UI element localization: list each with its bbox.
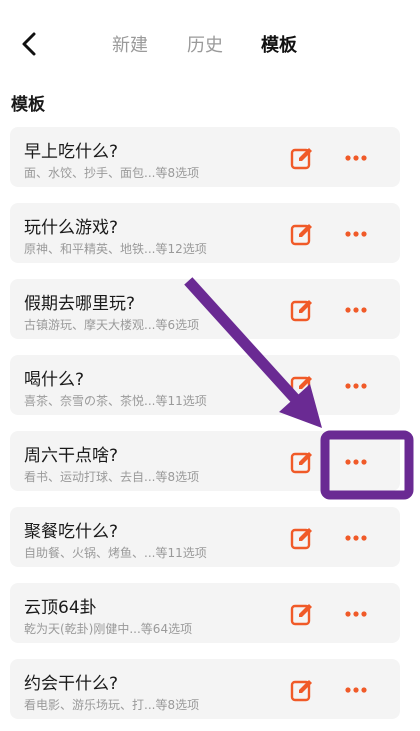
more-icon[interactable] <box>344 230 368 238</box>
template-card[interactable]: 早上吃什么? 面、水饺、抄手、面包...等8选项 <box>10 127 400 187</box>
template-card[interactable]: 聚餐吃什么? 自助餐、火锅、烤鱼、...等11选项 <box>10 507 400 567</box>
more-icon[interactable] <box>344 686 368 694</box>
edit-icon[interactable] <box>290 374 314 398</box>
edit-icon[interactable] <box>290 222 314 246</box>
template-subtitle: 古镇游玩、摩天大楼观...等6选项 <box>24 318 200 332</box>
template-card[interactable]: 周六干点啥? 看书、运动打球、去自...等8选项 <box>10 431 400 491</box>
header: 新建 历史 模板 <box>0 0 420 88</box>
template-title: 约会干什么? <box>24 674 119 694</box>
edit-icon[interactable] <box>290 146 314 170</box>
template-subtitle: 乾为天(乾卦)刚健中...等64选项 <box>24 622 193 636</box>
template-subtitle: 面、水饺、抄手、面包...等8选项 <box>24 166 200 180</box>
more-icon[interactable] <box>344 610 368 618</box>
template-subtitle: 原神、和平精英、地铁...等12选项 <box>24 242 207 256</box>
edit-icon[interactable] <box>290 602 314 626</box>
more-icon[interactable] <box>344 534 368 542</box>
template-subtitle: 看书、运动打球、去自...等8选项 <box>24 470 200 484</box>
tab-templates[interactable]: 模板 <box>261 31 297 57</box>
edit-icon[interactable] <box>290 298 314 322</box>
template-subtitle: 看电影、游乐场玩、打...等8选项 <box>24 698 200 712</box>
template-title: 早上吃什么? <box>24 142 119 162</box>
section-title: 模板 <box>11 95 45 115</box>
more-icon[interactable] <box>344 306 368 314</box>
template-title: 玩什么游戏? <box>24 218 119 238</box>
template-title: 周六干点啥? <box>24 446 119 466</box>
template-card[interactable]: 喝什么? 喜茶、奈雪の茶、茶悦...等11选项 <box>10 355 400 415</box>
template-card[interactable]: 云顶64卦 乾为天(乾卦)刚健中...等64选项 <box>10 583 400 643</box>
more-icon[interactable] <box>344 458 368 466</box>
template-card[interactable]: 玩什么游戏? 原神、和平精英、地铁...等12选项 <box>10 203 400 263</box>
template-title: 聚餐吃什么? <box>24 522 119 542</box>
template-card[interactable]: 假期去哪里玩? 古镇游玩、摩天大楼观...等6选项 <box>10 279 400 339</box>
tab-history[interactable]: 历史 <box>187 31 223 57</box>
more-icon[interactable] <box>344 154 368 162</box>
template-title: 云顶64卦 <box>24 598 97 618</box>
template-subtitle: 喜茶、奈雪の茶、茶悦...等11选项 <box>24 394 207 408</box>
edit-icon[interactable] <box>290 678 314 702</box>
template-title: 假期去哪里玩? <box>24 294 136 314</box>
template-title: 喝什么? <box>24 370 85 390</box>
more-icon[interactable] <box>344 382 368 390</box>
tab-new[interactable]: 新建 <box>112 31 148 57</box>
template-card[interactable]: 约会干什么? 看电影、游乐场玩、打...等8选项 <box>10 659 400 719</box>
back-icon[interactable] <box>16 30 44 58</box>
template-subtitle: 自助餐、火锅、烤鱼、...等11选项 <box>24 546 207 560</box>
edit-icon[interactable] <box>290 526 314 550</box>
edit-icon[interactable] <box>290 450 314 474</box>
